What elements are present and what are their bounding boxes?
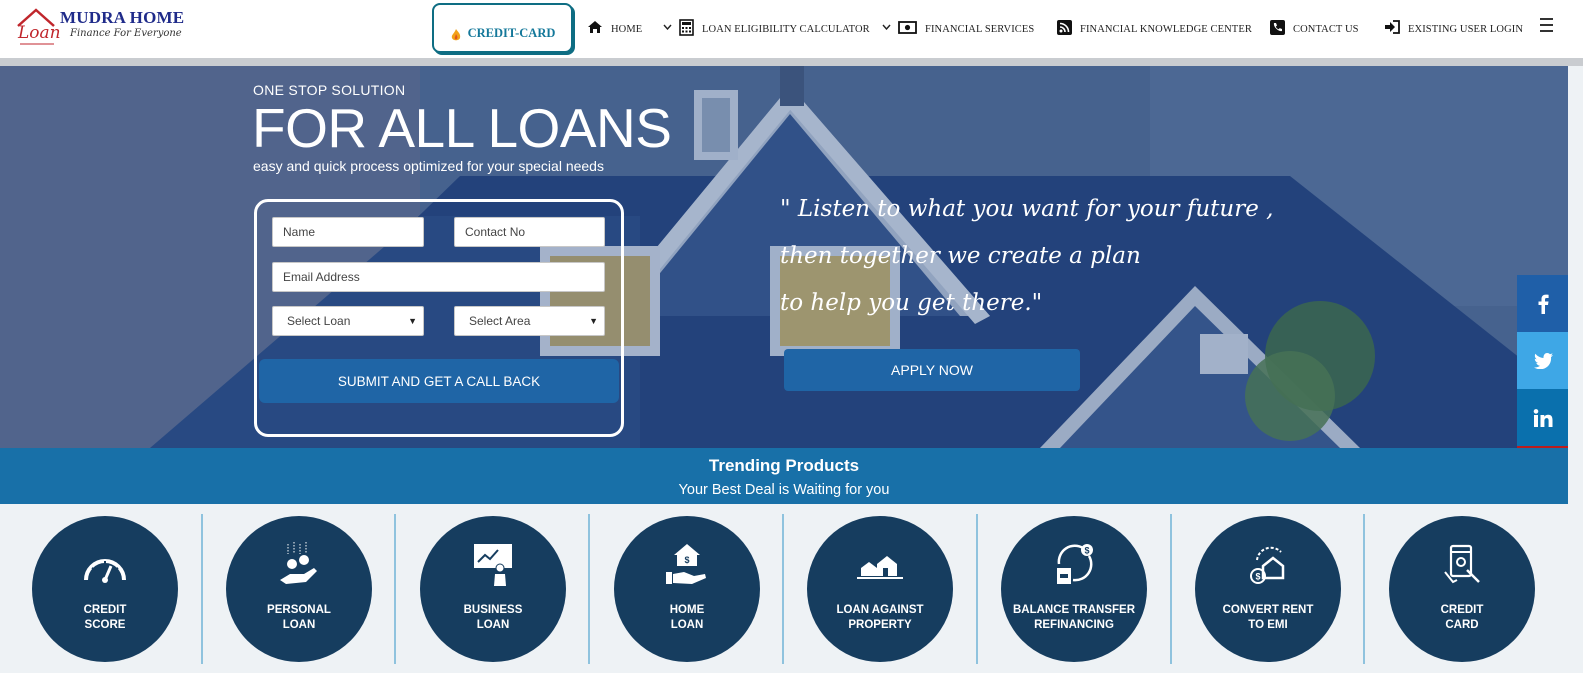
products-row: CREDIT SCORE PERSONAL LOAN BUSINESS LOAN… <box>0 504 1568 673</box>
product-divider <box>782 514 784 664</box>
refinance-icon: $ <box>1057 544 1093 584</box>
facebook-link[interactable] <box>1517 275 1568 332</box>
nav-existing-user-login[interactable]: EXISTING USER LOGIN <box>1384 16 1523 38</box>
menu-hamburger-icon[interactable] <box>1540 18 1556 34</box>
contact-input[interactable]: Contact No <box>454 217 605 247</box>
trending-title: Trending Products <box>708 456 860 475</box>
fire-icon <box>451 29 460 41</box>
money-hand-icon <box>280 542 317 584</box>
product-divider <box>394 514 396 664</box>
credit-card-icon <box>1444 544 1480 584</box>
loans-badge-icon: Loans <box>17 8 60 45</box>
trending-subtitle: Your Best Deal is Waiting for you <box>678 482 890 498</box>
product-divider <box>976 514 978 664</box>
linkedin-link[interactable] <box>1517 389 1568 446</box>
twitter-link[interactable] <box>1517 332 1568 389</box>
product-credit-card[interactable]: CREDIT CARD <box>1389 516 1535 662</box>
brand-tagline: Finance For Everyone <box>70 28 182 39</box>
hero-banner: ONE STOP SOLUTION FOR ALL LOANS easy and… <box>0 66 1568 448</box>
product-label: CREDIT SCORE <box>83 604 127 631</box>
nav-contact-us[interactable]: CONTACT US <box>1270 16 1359 38</box>
rent-emi-icon: $ <box>1250 546 1285 584</box>
product-divider <box>588 514 590 664</box>
quote-line: then together we create a plan <box>780 243 1141 269</box>
product-label: BUSINESS LOAN <box>463 604 523 631</box>
svg-text:$: $ <box>1255 572 1260 582</box>
product-loan-against-property[interactable]: LOAN AGAINST PROPERTY <box>807 516 953 662</box>
sign-in-icon <box>1385 20 1400 34</box>
svg-text:$: $ <box>1084 546 1089 556</box>
linkedin-icon <box>1533 408 1552 427</box>
brand-logo[interactable]: Loans MUDRA HOME Finance For Everyone <box>12 4 192 50</box>
product-balance-transfer[interactable]: $ BALANCE TRANSFER REFINANCING <box>1001 516 1147 662</box>
caret-down-icon: ▼ <box>589 316 598 326</box>
house-hand-icon: $ <box>666 544 706 584</box>
hero-subheadline: easy and quick process optimized for you… <box>253 158 604 174</box>
credit-card-cta-button[interactable]: CREDIT-CARD <box>432 3 573 53</box>
email-input[interactable]: Email Address <box>272 262 605 292</box>
area-select-value: Select Area <box>469 314 531 328</box>
apply-now-button[interactable]: APPLY NOW <box>784 349 1080 391</box>
phone-icon <box>1270 19 1285 35</box>
nav-home[interactable]: HOME <box>587 16 642 38</box>
nav-financial-services-label: FINANCIAL SERVICES <box>925 23 1035 35</box>
product-label: CREDIT CARD <box>1440 604 1484 631</box>
site-header: Loans MUDRA HOME Finance For Everyone CR… <box>0 0 1583 58</box>
twitter-icon <box>1533 352 1553 369</box>
loan-select[interactable]: Select Loan ▼ <box>272 306 424 336</box>
product-label: LOAN AGAINST PROPERTY <box>836 604 924 631</box>
nav-financial-services[interactable]: FINANCIAL SERVICES <box>898 16 1034 38</box>
presentation-icon <box>474 544 512 586</box>
product-divider <box>1170 514 1172 664</box>
chevron-down-icon[interactable] <box>882 24 891 30</box>
product-business-loan[interactable]: BUSINESS LOAN <box>420 516 566 662</box>
badge-text: Loans <box>17 23 60 43</box>
nav-financial-knowledge-center[interactable]: FINANCIAL KNOWLEDGE CENTER <box>1057 16 1252 38</box>
nav-knowledge-center-label: FINANCIAL KNOWLEDGE CENTER <box>1080 23 1252 35</box>
product-home-loan[interactable]: $ HOME LOAN <box>614 516 760 662</box>
loan-select-value: Select Loan <box>287 314 351 328</box>
brand-name: MUDRA HOME <box>60 8 185 27</box>
hero-quote: " Listen to what you want for your futur… <box>780 186 1273 327</box>
area-select[interactable]: Select Area ▼ <box>454 306 605 336</box>
nav-home-label: HOME <box>611 23 643 35</box>
name-input[interactable]: Name <box>272 217 424 247</box>
nav-login-label: EXISTING USER LOGIN <box>1408 23 1524 35</box>
product-label: PERSONAL LOAN <box>267 604 331 631</box>
product-divider <box>1363 514 1365 664</box>
nav-contact-us-label: CONTACT US <box>1293 23 1359 35</box>
chevron-down-icon[interactable] <box>663 24 672 30</box>
property-icon <box>857 556 903 579</box>
product-label: BALANCE TRANSFER REFINANCING <box>1012 604 1136 631</box>
facebook-icon <box>1538 294 1549 314</box>
product-credit-score[interactable]: CREDIT SCORE <box>32 516 178 662</box>
product-label: CONVERT RENT TO EMI <box>1222 604 1314 631</box>
submit-callback-button[interactable]: SUBMIT AND GET A CALL BACK <box>259 359 619 403</box>
header-divider <box>0 58 1583 66</box>
nav-calculator-label: LOAN ELIGIBILITY CALCULATOR <box>702 23 870 35</box>
calculator-icon <box>679 18 694 36</box>
product-divider <box>201 514 203 664</box>
nav-loan-eligibility-calculator[interactable]: LOAN ELIGIBILITY CALCULATOR <box>679 16 870 38</box>
product-personal-loan[interactable]: PERSONAL LOAN <box>226 516 372 662</box>
money-icon <box>898 20 917 34</box>
credit-card-cta-label: CREDIT-CARD <box>467 25 556 40</box>
caret-down-icon: ▼ <box>408 316 417 326</box>
product-convert-rent-to-emi[interactable]: $ CONVERT RENT TO EMI <box>1195 516 1341 662</box>
speedometer-icon <box>84 559 126 583</box>
svg-text:$: $ <box>684 555 689 565</box>
quote-line: to help you get there." <box>780 290 1043 316</box>
home-icon <box>588 21 602 33</box>
hero-headline: FOR ALL LOANS <box>252 97 672 159</box>
quote-line: " Listen to what you want for your futur… <box>780 196 1274 222</box>
product-label: HOME LOAN <box>669 604 705 631</box>
trending-products-band: Trending Products Your Best Deal is Wait… <box>0 448 1568 504</box>
rss-icon <box>1057 19 1072 35</box>
